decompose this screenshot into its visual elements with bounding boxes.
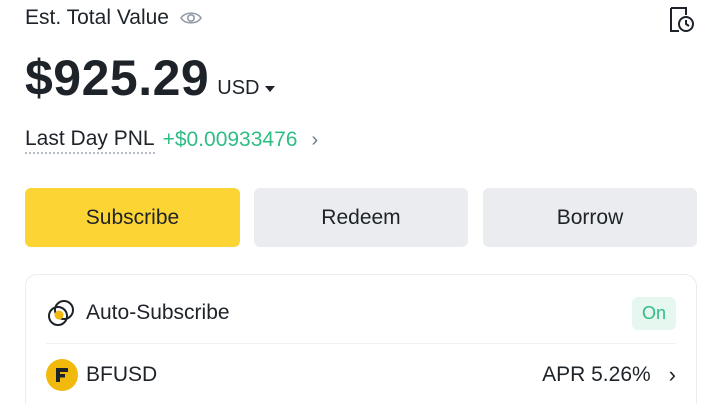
auto-subscribe-icon <box>46 298 76 328</box>
history-icon[interactable] <box>666 4 696 34</box>
earn-card: Auto-Subscribe On BFUSD APR 5.26% › <box>25 274 697 404</box>
bfusd-coin-icon <box>46 359 78 391</box>
eye-icon[interactable] <box>179 10 203 26</box>
chevron-right-icon: › <box>668 362 676 387</box>
divider <box>46 343 676 344</box>
chevron-right-icon: › <box>311 128 319 151</box>
borrow-button[interactable]: Borrow <box>483 188 697 247</box>
pnl-row[interactable]: Last Day PNL +$0.00933476 › <box>25 126 318 154</box>
pnl-label: Last Day PNL <box>25 127 155 154</box>
balance-row: $925.29 USD <box>25 50 276 106</box>
est-total-value-row: Est. Total Value <box>25 6 203 30</box>
total-balance: $925.29 <box>25 50 210 106</box>
currency-selector[interactable]: USD <box>217 77 276 100</box>
apr-value: APR 5.26% <box>542 363 651 386</box>
auto-subscribe-row[interactable]: Auto-Subscribe On <box>46 293 676 333</box>
bfusd-label: BFUSD <box>86 363 158 386</box>
currency-label: USD <box>217 77 260 99</box>
redeem-button[interactable]: Redeem <box>254 188 468 247</box>
pnl-value: +$0.00933476 <box>162 128 298 151</box>
est-total-value-label: Est. Total Value <box>25 6 169 29</box>
bfusd-row[interactable]: BFUSD APR 5.26% › <box>46 355 676 395</box>
subscribe-button[interactable]: Subscribe <box>25 188 240 247</box>
caret-down-icon <box>265 85 276 92</box>
auto-subscribe-status-badge[interactable]: On <box>631 296 676 330</box>
auto-subscribe-label: Auto-Subscribe <box>86 301 230 324</box>
